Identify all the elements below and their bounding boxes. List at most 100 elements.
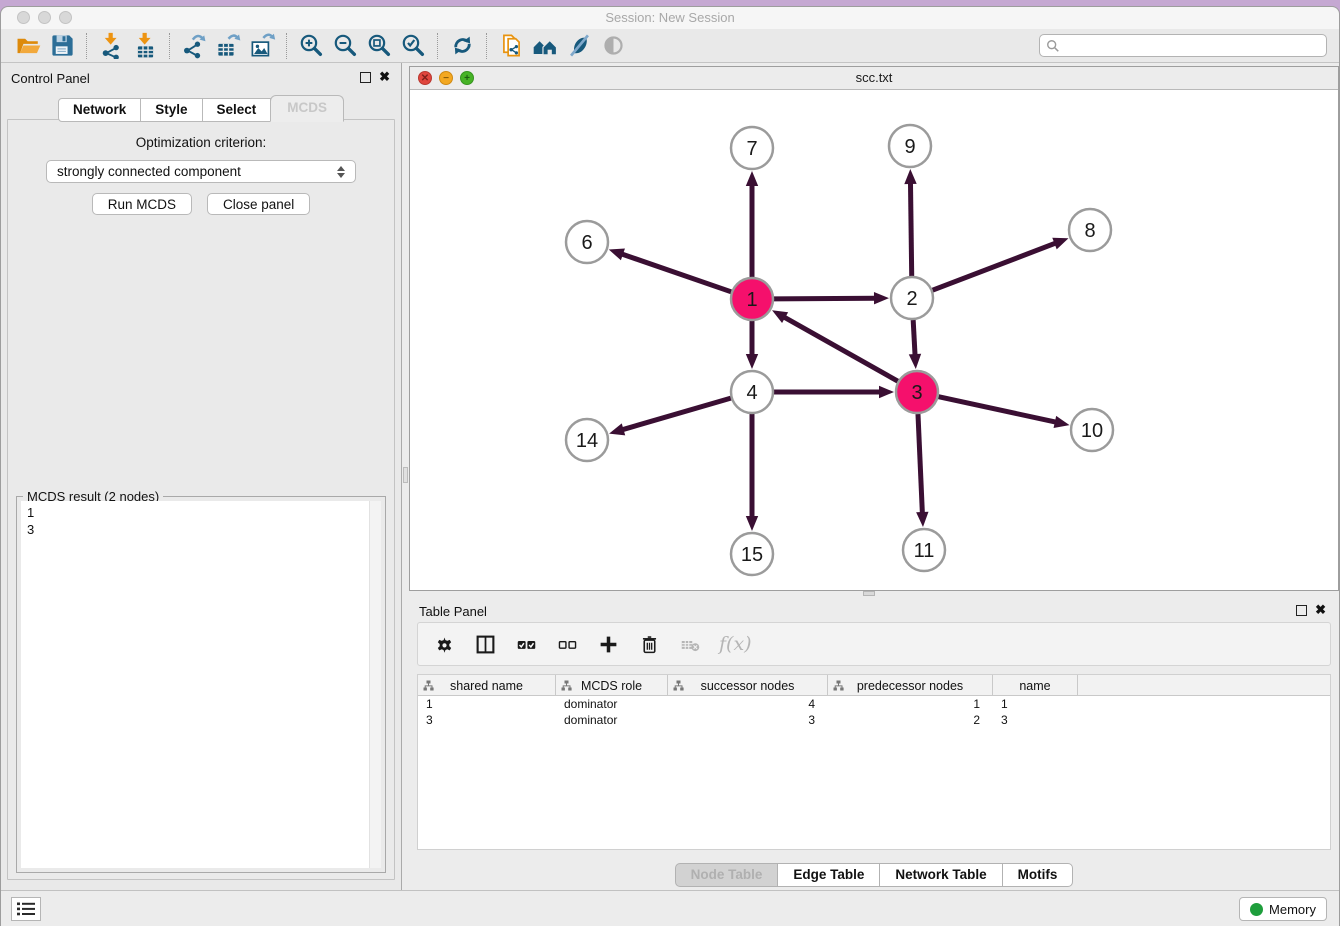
node-label-8: 8 (1084, 220, 1095, 242)
edge-3-10[interactable] (938, 397, 1056, 423)
zoom-in-button[interactable] (294, 31, 328, 61)
edge-1-2[interactable] (774, 298, 876, 299)
cell-successor-nodes[interactable]: 3 (668, 712, 828, 728)
delete-column-button[interactable] (637, 632, 661, 656)
close-panel-icon[interactable]: ✖ (379, 70, 390, 84)
export-table-button[interactable] (211, 31, 245, 61)
column-header-mcds-role[interactable]: MCDS role (556, 675, 668, 696)
tab-select[interactable]: Select (202, 98, 272, 122)
cell-predecessor-nodes[interactable]: 1 (828, 696, 993, 712)
show-column-panel-button[interactable] (473, 632, 497, 656)
import-table-button[interactable] (128, 31, 162, 61)
tab-style[interactable]: Style (140, 98, 202, 122)
edge-arrowhead (879, 386, 894, 398)
tab-network-table[interactable]: Network Table (879, 863, 1002, 887)
zoom-selected-button[interactable] (396, 31, 430, 61)
column-header-successor-nodes[interactable]: successor nodes (668, 675, 828, 696)
task-history-button[interactable] (11, 897, 41, 921)
zoom-fit-button[interactable] (362, 31, 396, 61)
delete-table-button[interactable] (678, 632, 702, 656)
birds-eye-view-icon (600, 32, 627, 59)
column-header-predecessor-nodes[interactable]: predecessor nodes (828, 675, 993, 696)
graphics-details-button[interactable] (562, 31, 596, 61)
edge-arrowhead (746, 171, 758, 186)
function-builder-button[interactable]: f(x) (719, 633, 752, 655)
optimization-criterion-select[interactable]: strongly connected component (46, 160, 356, 183)
float-panel-icon[interactable] (360, 72, 371, 83)
scrollbar[interactable] (369, 501, 381, 868)
apply-layout-button[interactable] (445, 31, 479, 61)
houses-icon (532, 32, 559, 59)
node-label-6: 6 (581, 232, 592, 254)
cell-mcds-role[interactable]: dominator (556, 696, 668, 712)
refresh-icon (449, 32, 476, 59)
edge-2-3[interactable] (913, 320, 915, 356)
node-label-7: 7 (746, 138, 757, 160)
cell-predecessor-nodes[interactable]: 2 (828, 712, 993, 728)
birds-eye-view-button[interactable] (596, 31, 630, 61)
tab-mcds[interactable]: MCDS (270, 95, 344, 122)
cell-shared-name[interactable]: 1 (418, 696, 556, 712)
edge-3-1[interactable] (783, 317, 897, 382)
export-image-icon (249, 32, 276, 59)
cell-successor-nodes[interactable]: 4 (668, 696, 828, 712)
close-panel-button[interactable]: Close panel (207, 193, 310, 215)
table-body: 1dominator4113dominator323 (418, 696, 1330, 728)
tab-node-table[interactable]: Node Table (675, 863, 779, 887)
tab-network[interactable]: Network (58, 98, 141, 122)
close-table-panel-icon[interactable]: ✖ (1315, 603, 1326, 617)
table-row[interactable]: 3dominator323 (418, 712, 1330, 728)
select-all-icon (516, 634, 537, 655)
run-mcds-button[interactable]: Run MCDS (92, 193, 192, 215)
new-network-from-selection-button[interactable] (494, 31, 528, 61)
column-header-name[interactable]: name (993, 675, 1078, 696)
import-network-button[interactable] (94, 31, 128, 61)
table-row[interactable]: 1dominator411 (418, 696, 1330, 712)
float-table-panel-icon[interactable] (1296, 605, 1307, 616)
memory-button[interactable]: Memory (1239, 897, 1327, 921)
edge-4-14[interactable] (622, 398, 731, 430)
cell-shared-name[interactable]: 3 (418, 712, 556, 728)
toolbar-separator (86, 33, 87, 59)
gear-icon (434, 634, 455, 655)
node-label-11: 11 (914, 540, 935, 562)
save-session-button[interactable] (45, 31, 79, 61)
cell-name[interactable]: 3 (993, 712, 1078, 728)
table-options-button[interactable] (432, 632, 456, 656)
main-window: Session: New Session (0, 6, 1340, 926)
search-input[interactable] (1064, 38, 1320, 53)
select-all-button[interactable] (514, 632, 538, 656)
column-header-shared-name[interactable]: shared name (418, 675, 556, 696)
hierarchy-icon (561, 680, 572, 694)
deselect-all-button[interactable] (555, 632, 579, 656)
deselect-all-icon (557, 634, 578, 655)
edge-arrowhead (909, 354, 921, 369)
create-column-button[interactable] (596, 632, 620, 656)
zoom-out-button[interactable] (328, 31, 362, 61)
chevron-up-down-icon (337, 166, 345, 178)
table-panel-header: Table Panel ✖ (409, 596, 1339, 622)
export-image-button[interactable] (245, 31, 279, 61)
edge-1-6[interactable] (621, 254, 731, 292)
export-network-icon (181, 32, 208, 59)
panel-splitter[interactable] (401, 63, 408, 890)
edge-arrowhead (609, 423, 625, 435)
main-toolbar (1, 29, 1339, 63)
cell-mcds-role[interactable]: dominator (556, 712, 668, 728)
first-neighbors-button[interactable] (528, 31, 562, 61)
edge-3-11[interactable] (918, 414, 922, 514)
edge-2-8[interactable] (933, 243, 1057, 290)
network-canvas[interactable]: 7968124314101511 (410, 90, 1338, 590)
tab-edge-table[interactable]: Edge Table (777, 863, 880, 887)
cell-name[interactable]: 1 (993, 696, 1078, 712)
node-label-1: 1 (746, 289, 757, 311)
edge-arrowhead (609, 249, 625, 261)
export-network-button[interactable] (177, 31, 211, 61)
network-view-title: scc.txt (410, 70, 1338, 85)
open-session-button[interactable] (11, 31, 45, 61)
status-bar: Memory (1, 890, 1339, 926)
duplicate-network-icon (498, 32, 525, 59)
edge-2-9[interactable] (910, 182, 911, 276)
tab-motifs[interactable]: Motifs (1002, 863, 1074, 887)
column-label: MCDS role (581, 679, 642, 693)
